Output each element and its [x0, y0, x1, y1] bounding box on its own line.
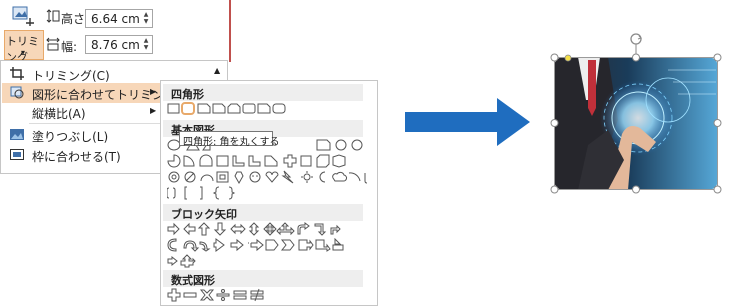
- height-value: 6.64 cm: [91, 12, 140, 26]
- shape-row[interactable]: [167, 154, 367, 170]
- chevron-right-icon: ▶: [150, 87, 157, 96]
- shape-gallery: 四角形 基本図形: [160, 80, 378, 306]
- height-spinner[interactable]: ▲ ▼: [142, 11, 150, 25]
- crop-picture-icon[interactable]: [10, 4, 36, 28]
- shape-row[interactable]: [167, 288, 287, 304]
- block-arrows-icon[interactable]: [167, 254, 227, 268]
- shape-row[interactable]: [167, 102, 287, 118]
- shape-row[interactable]: [167, 170, 367, 186]
- fill-picture-icon: [10, 128, 24, 141]
- width-value: 8.76 cm: [91, 38, 140, 52]
- arrow-right-icon: [405, 98, 535, 146]
- cropped-picture[interactable]: [548, 30, 728, 198]
- menu-item-label: 塗りつぶし(L): [32, 130, 109, 144]
- block-arrows-icon[interactable]: [167, 238, 372, 252]
- height-input[interactable]: 6.64 cm ▲ ▼: [85, 9, 153, 28]
- width-spinner[interactable]: ▲ ▼: [142, 37, 150, 51]
- shape-tooltip: 四角形: 角を丸くする: [179, 131, 280, 148]
- menu-item-label: 枠に合わせる(T): [32, 150, 121, 164]
- width-icon: [46, 37, 60, 51]
- trim-button[interactable]: トリミング ▾: [4, 30, 44, 64]
- shape-crop-icon: [10, 86, 24, 99]
- menu-item-label: トリミング(C): [32, 69, 110, 83]
- fit-picture-icon: [10, 148, 24, 161]
- basic-shapes-icon[interactable]: [167, 170, 367, 184]
- width-label: 幅:: [61, 40, 78, 54]
- brackets-icon[interactable]: [167, 186, 247, 200]
- equation-shapes-icon[interactable]: [167, 288, 287, 302]
- chevron-down-icon: ▾: [21, 48, 26, 57]
- shape-row[interactable]: [167, 222, 372, 238]
- section-header-block-arrows: ブロック矢印: [163, 204, 363, 221]
- tooltip-text: 四角形: 角を丸くする: [183, 137, 280, 148]
- ribbon-size-group: 高さ: 6.64 cm ▲ ▼ トリミング ▾ 幅: 8.76 cm ▲ ▼: [0, 0, 230, 64]
- shape-row[interactable]: [167, 238, 372, 254]
- section-header-rectangles: 四角形: [163, 84, 363, 101]
- section-header-equation-shapes: 数式図形: [163, 270, 363, 287]
- shape-row[interactable]: [167, 254, 227, 270]
- chevron-right-icon: ▶: [150, 106, 157, 115]
- height-icon: [46, 9, 60, 23]
- width-input[interactable]: 8.76 cm ▲ ▼: [85, 35, 153, 54]
- rectangle-shapes-icon[interactable]: [167, 102, 287, 116]
- chevron-up-icon: ▲: [214, 66, 221, 75]
- block-arrows-icon[interactable]: [167, 222, 372, 236]
- divider: [229, 0, 231, 62]
- crop-icon: [10, 67, 24, 80]
- basic-shapes-icon[interactable]: [167, 154, 367, 168]
- menu-item-label: 縦横比(A): [32, 107, 86, 121]
- shape-row[interactable]: [167, 186, 247, 202]
